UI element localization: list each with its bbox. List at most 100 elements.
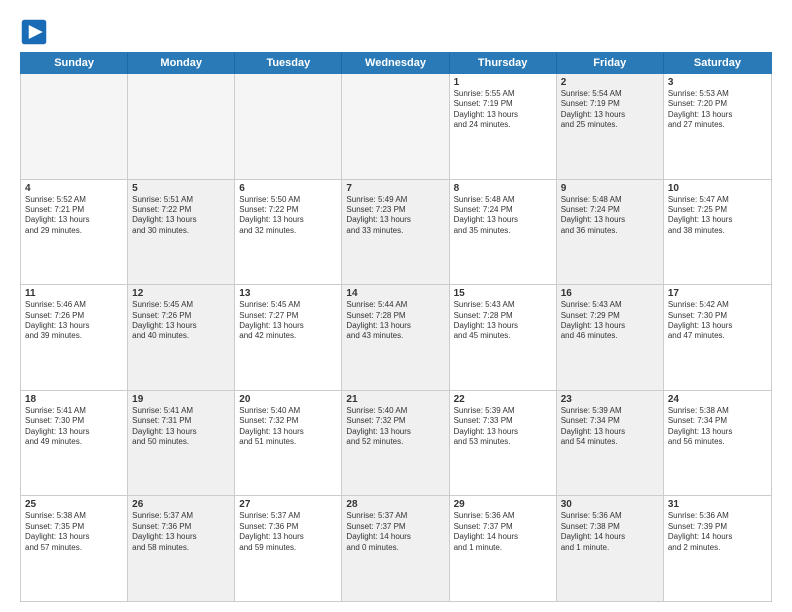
cell-info: Sunrise: 5:51 AMSunset: 7:22 PMDaylight:…	[132, 195, 230, 237]
calendar-cell: 4Sunrise: 5:52 AMSunset: 7:21 PMDaylight…	[21, 180, 128, 285]
cell-info: Sunrise: 5:39 AMSunset: 7:34 PMDaylight:…	[561, 406, 659, 448]
day-number: 30	[561, 499, 659, 510]
day-number: 10	[668, 183, 767, 194]
day-header-friday: Friday	[557, 53, 664, 73]
day-number: 3	[668, 77, 767, 88]
calendar-cell: 17Sunrise: 5:42 AMSunset: 7:30 PMDayligh…	[664, 285, 771, 390]
day-number: 17	[668, 288, 767, 299]
calendar-cell	[342, 74, 449, 179]
calendar-cell: 21Sunrise: 5:40 AMSunset: 7:32 PMDayligh…	[342, 391, 449, 496]
calendar-cell: 14Sunrise: 5:44 AMSunset: 7:28 PMDayligh…	[342, 285, 449, 390]
calendar-header: SundayMondayTuesdayWednesdayThursdayFrid…	[20, 52, 772, 74]
calendar-cell: 22Sunrise: 5:39 AMSunset: 7:33 PMDayligh…	[450, 391, 557, 496]
cell-info: Sunrise: 5:48 AMSunset: 7:24 PMDaylight:…	[454, 195, 552, 237]
cell-info: Sunrise: 5:46 AMSunset: 7:26 PMDaylight:…	[25, 300, 123, 342]
day-header-tuesday: Tuesday	[235, 53, 342, 73]
logo-icon	[20, 18, 48, 46]
calendar-cell: 28Sunrise: 5:37 AMSunset: 7:37 PMDayligh…	[342, 496, 449, 601]
cell-info: Sunrise: 5:52 AMSunset: 7:21 PMDaylight:…	[25, 195, 123, 237]
cell-info: Sunrise: 5:55 AMSunset: 7:19 PMDaylight:…	[454, 89, 552, 131]
calendar-cell	[21, 74, 128, 179]
cell-info: Sunrise: 5:36 AMSunset: 7:37 PMDaylight:…	[454, 511, 552, 553]
calendar-cell: 2Sunrise: 5:54 AMSunset: 7:19 PMDaylight…	[557, 74, 664, 179]
calendar-cell: 13Sunrise: 5:45 AMSunset: 7:27 PMDayligh…	[235, 285, 342, 390]
day-number: 31	[668, 499, 767, 510]
cell-info: Sunrise: 5:45 AMSunset: 7:26 PMDaylight:…	[132, 300, 230, 342]
calendar-cell: 6Sunrise: 5:50 AMSunset: 7:22 PMDaylight…	[235, 180, 342, 285]
calendar-cell: 23Sunrise: 5:39 AMSunset: 7:34 PMDayligh…	[557, 391, 664, 496]
calendar-week-5: 25Sunrise: 5:38 AMSunset: 7:35 PMDayligh…	[21, 496, 771, 601]
day-number: 16	[561, 288, 659, 299]
cell-info: Sunrise: 5:54 AMSunset: 7:19 PMDaylight:…	[561, 89, 659, 131]
cell-info: Sunrise: 5:37 AMSunset: 7:36 PMDaylight:…	[132, 511, 230, 553]
cell-info: Sunrise: 5:43 AMSunset: 7:29 PMDaylight:…	[561, 300, 659, 342]
calendar-cell: 1Sunrise: 5:55 AMSunset: 7:19 PMDaylight…	[450, 74, 557, 179]
cell-info: Sunrise: 5:41 AMSunset: 7:31 PMDaylight:…	[132, 406, 230, 448]
day-number: 14	[346, 288, 444, 299]
day-number: 24	[668, 394, 767, 405]
day-number: 8	[454, 183, 552, 194]
day-number: 26	[132, 499, 230, 510]
day-number: 13	[239, 288, 337, 299]
cell-info: Sunrise: 5:45 AMSunset: 7:27 PMDaylight:…	[239, 300, 337, 342]
calendar-cell: 24Sunrise: 5:38 AMSunset: 7:34 PMDayligh…	[664, 391, 771, 496]
day-number: 22	[454, 394, 552, 405]
day-header-sunday: Sunday	[21, 53, 128, 73]
logo	[20, 18, 52, 46]
cell-info: Sunrise: 5:47 AMSunset: 7:25 PMDaylight:…	[668, 195, 767, 237]
day-number: 28	[346, 499, 444, 510]
cell-info: Sunrise: 5:36 AMSunset: 7:39 PMDaylight:…	[668, 511, 767, 553]
calendar-cell: 9Sunrise: 5:48 AMSunset: 7:24 PMDaylight…	[557, 180, 664, 285]
cell-info: Sunrise: 5:41 AMSunset: 7:30 PMDaylight:…	[25, 406, 123, 448]
day-number: 11	[25, 288, 123, 299]
calendar-cell: 19Sunrise: 5:41 AMSunset: 7:31 PMDayligh…	[128, 391, 235, 496]
calendar-cell: 25Sunrise: 5:38 AMSunset: 7:35 PMDayligh…	[21, 496, 128, 601]
day-number: 4	[25, 183, 123, 194]
calendar-cell	[235, 74, 342, 179]
day-number: 6	[239, 183, 337, 194]
calendar-week-1: 1Sunrise: 5:55 AMSunset: 7:19 PMDaylight…	[21, 74, 771, 180]
calendar-cell: 18Sunrise: 5:41 AMSunset: 7:30 PMDayligh…	[21, 391, 128, 496]
cell-info: Sunrise: 5:53 AMSunset: 7:20 PMDaylight:…	[668, 89, 767, 131]
cell-info: Sunrise: 5:38 AMSunset: 7:35 PMDaylight:…	[25, 511, 123, 553]
calendar-cell: 15Sunrise: 5:43 AMSunset: 7:28 PMDayligh…	[450, 285, 557, 390]
cell-info: Sunrise: 5:37 AMSunset: 7:36 PMDaylight:…	[239, 511, 337, 553]
calendar-cell: 26Sunrise: 5:37 AMSunset: 7:36 PMDayligh…	[128, 496, 235, 601]
calendar-cell: 16Sunrise: 5:43 AMSunset: 7:29 PMDayligh…	[557, 285, 664, 390]
cell-info: Sunrise: 5:49 AMSunset: 7:23 PMDaylight:…	[346, 195, 444, 237]
calendar-week-2: 4Sunrise: 5:52 AMSunset: 7:21 PMDaylight…	[21, 180, 771, 286]
calendar-cell: 27Sunrise: 5:37 AMSunset: 7:36 PMDayligh…	[235, 496, 342, 601]
calendar-cell	[128, 74, 235, 179]
day-number: 21	[346, 394, 444, 405]
calendar-cell: 30Sunrise: 5:36 AMSunset: 7:38 PMDayligh…	[557, 496, 664, 601]
calendar-cell: 3Sunrise: 5:53 AMSunset: 7:20 PMDaylight…	[664, 74, 771, 179]
day-header-thursday: Thursday	[450, 53, 557, 73]
cell-info: Sunrise: 5:43 AMSunset: 7:28 PMDaylight:…	[454, 300, 552, 342]
cell-info: Sunrise: 5:50 AMSunset: 7:22 PMDaylight:…	[239, 195, 337, 237]
day-number: 20	[239, 394, 337, 405]
cell-info: Sunrise: 5:36 AMSunset: 7:38 PMDaylight:…	[561, 511, 659, 553]
calendar-body: 1Sunrise: 5:55 AMSunset: 7:19 PMDaylight…	[20, 74, 772, 602]
cell-info: Sunrise: 5:48 AMSunset: 7:24 PMDaylight:…	[561, 195, 659, 237]
day-number: 18	[25, 394, 123, 405]
cell-info: Sunrise: 5:40 AMSunset: 7:32 PMDaylight:…	[346, 406, 444, 448]
calendar-cell: 10Sunrise: 5:47 AMSunset: 7:25 PMDayligh…	[664, 180, 771, 285]
page: SundayMondayTuesdayWednesdayThursdayFrid…	[0, 0, 792, 612]
day-number: 15	[454, 288, 552, 299]
day-number: 19	[132, 394, 230, 405]
day-header-monday: Monday	[128, 53, 235, 73]
calendar-cell: 12Sunrise: 5:45 AMSunset: 7:26 PMDayligh…	[128, 285, 235, 390]
day-number: 5	[132, 183, 230, 194]
cell-info: Sunrise: 5:44 AMSunset: 7:28 PMDaylight:…	[346, 300, 444, 342]
day-number: 1	[454, 77, 552, 88]
calendar-cell: 8Sunrise: 5:48 AMSunset: 7:24 PMDaylight…	[450, 180, 557, 285]
calendar-cell: 5Sunrise: 5:51 AMSunset: 7:22 PMDaylight…	[128, 180, 235, 285]
day-number: 12	[132, 288, 230, 299]
day-header-saturday: Saturday	[664, 53, 771, 73]
cell-info: Sunrise: 5:39 AMSunset: 7:33 PMDaylight:…	[454, 406, 552, 448]
day-number: 7	[346, 183, 444, 194]
calendar-cell: 31Sunrise: 5:36 AMSunset: 7:39 PMDayligh…	[664, 496, 771, 601]
calendar-cell: 20Sunrise: 5:40 AMSunset: 7:32 PMDayligh…	[235, 391, 342, 496]
cell-info: Sunrise: 5:40 AMSunset: 7:32 PMDaylight:…	[239, 406, 337, 448]
calendar-week-4: 18Sunrise: 5:41 AMSunset: 7:30 PMDayligh…	[21, 391, 771, 497]
